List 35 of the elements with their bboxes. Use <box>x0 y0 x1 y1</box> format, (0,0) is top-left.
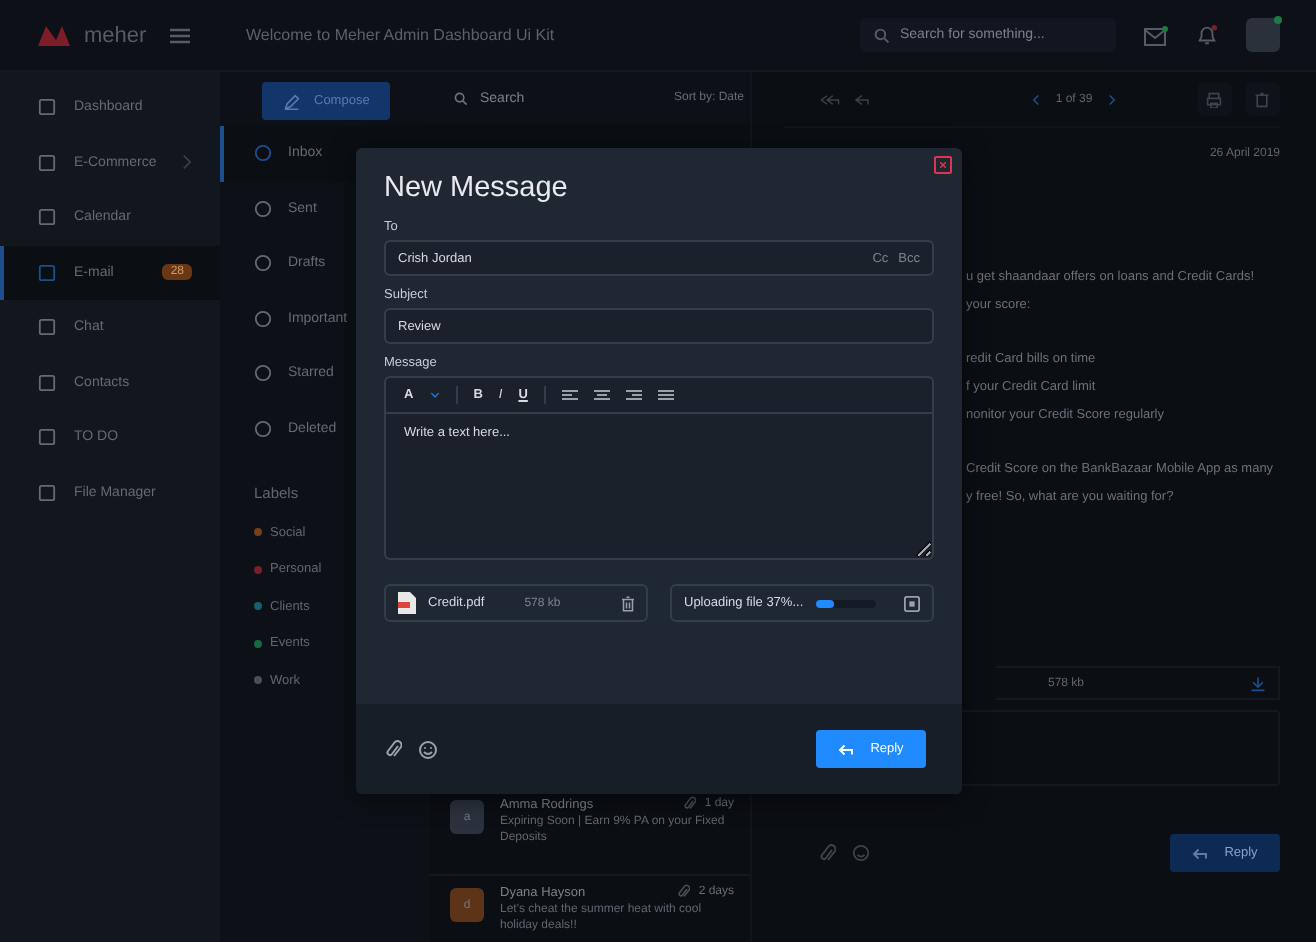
reply-arrow-icon <box>1192 847 1209 859</box>
mail-icon[interactable] <box>1144 25 1168 45</box>
online-dot <box>1274 16 1282 24</box>
close-button[interactable] <box>934 156 952 174</box>
paperclip-icon[interactable] <box>820 843 836 863</box>
menu-icon[interactable] <box>170 27 191 43</box>
logo-text: meher <box>84 23 147 47</box>
logo-icon <box>36 23 76 47</box>
print-button[interactable] <box>1197 82 1232 116</box>
avatar[interactable] <box>1246 18 1280 52</box>
pdf-file-icon <box>398 592 416 614</box>
welcome-title: Welcome to Meher Admin Dashboard Ui Kit <box>246 26 555 44</box>
search-icon <box>874 27 890 43</box>
delete-button[interactable] <box>1245 82 1280 116</box>
smiley-icon[interactable] <box>418 739 438 759</box>
reply-all-icon[interactable] <box>820 93 840 105</box>
chevron-right-icon <box>182 154 192 171</box>
paperclip-icon[interactable] <box>386 739 402 759</box>
search-icon <box>454 91 468 105</box>
chevron-down-icon <box>429 392 440 398</box>
bell-icon[interactable] <box>1196 24 1218 46</box>
align-center-icon[interactable] <box>593 389 610 401</box>
chevron-left-icon[interactable] <box>1031 93 1040 105</box>
download-icon[interactable] <box>1250 675 1266 691</box>
paperclip-icon <box>678 884 691 900</box>
reply-arrow-icon <box>838 743 855 755</box>
chevron-right-icon[interactable] <box>1108 93 1117 105</box>
reply-icon[interactable] <box>854 93 870 105</box>
close-icon <box>940 162 946 168</box>
printer-icon <box>1206 91 1223 107</box>
paperclip-icon <box>684 796 697 812</box>
justify-icon[interactable] <box>657 389 674 401</box>
stop-icon[interactable] <box>904 595 920 611</box>
align-right-icon[interactable] <box>625 389 642 401</box>
align-left-icon[interactable] <box>561 389 578 401</box>
